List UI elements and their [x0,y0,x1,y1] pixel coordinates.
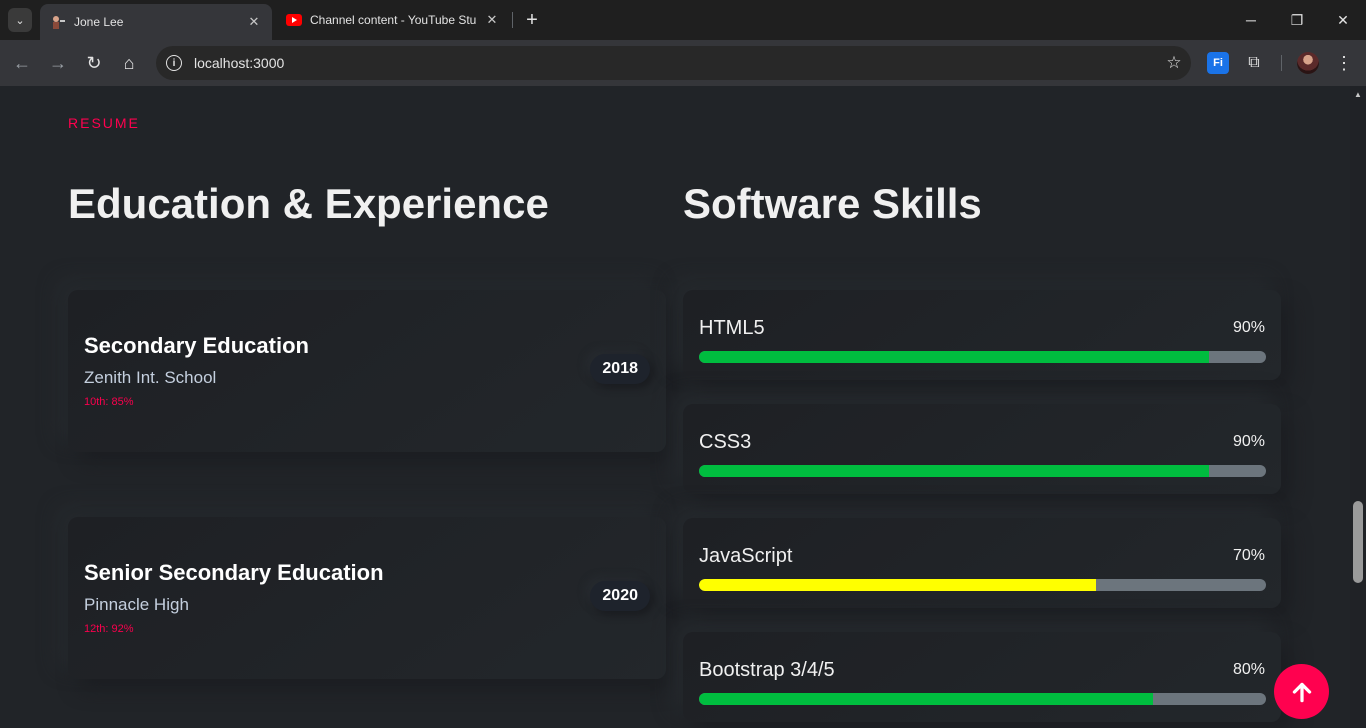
skill-percent: 90% [1232,433,1265,450]
tab-strip: ⌄ Jone Lee ✕ Channel content - YouTube S… [0,0,1366,40]
skill-name: Bootstrap 3/4/5 [699,659,835,681]
skill-progress-fill [699,465,1210,477]
reload-icon[interactable]: ↻ [80,49,108,77]
info-icon[interactable]: i [166,55,182,71]
kebab-menu-icon[interactable]: ⋮ [1333,52,1355,74]
skill-percent: 80% [1232,661,1265,678]
arrow-up-icon [1292,682,1311,702]
skill-name: JavaScript [699,545,793,567]
url-text[interactable]: localhost:3000 [194,55,1157,71]
tab-jone-lee[interactable]: Jone Lee ✕ [40,4,272,40]
plus-icon[interactable]: + [520,8,544,32]
skill-name: HTML5 [699,317,765,339]
education-title: Senior Secondary Education [84,560,384,585]
education-title: Secondary Education [84,333,309,358]
skill-progress-fill [699,693,1153,705]
skill-progress-track [699,351,1266,363]
skill-card: CSS3 90% [683,404,1281,494]
browser-toolbar: ← → ↻ ⌂ i localhost:3000 ☆ Fi ⧉ ⋮ [0,40,1366,86]
education-school: Zenith Int. School [84,368,217,387]
toolbar-divider [1281,55,1282,71]
tab-title: Jone Lee [74,15,124,29]
section-eyebrow: RESUME [68,115,140,131]
home-icon[interactable]: ⌂ [115,49,143,77]
fi-extension-icon[interactable]: Fi [1207,52,1229,74]
address-bar[interactable]: i localhost:3000 ☆ [156,46,1191,80]
education-card: Senior Secondary Education Pinnacle High… [68,517,666,679]
education-score: 12th: 92% [84,623,134,635]
tab-youtube-studio[interactable]: Channel content - YouTube Studio ✕ [276,4,510,36]
skill-progress-track [699,693,1266,705]
close-tab-icon[interactable]: ✕ [246,14,262,30]
skill-progress-track [699,465,1266,477]
minimize-icon[interactable]: ─ [1228,0,1274,40]
close-window-icon[interactable]: ✕ [1320,0,1366,40]
education-score: 10th: 85% [84,396,134,408]
scrollbar-thumb[interactable] [1353,501,1363,583]
skill-progress-track [699,579,1266,591]
tab-search-button[interactable]: ⌄ [8,8,32,32]
profile-avatar[interactable] [1297,52,1319,74]
youtube-icon [286,12,302,28]
education-year-badge: 2020 [590,581,650,611]
skill-percent: 70% [1232,547,1265,564]
page-scrollbar[interactable]: ▲ [1350,86,1366,728]
skill-progress-fill [699,351,1210,363]
restore-icon[interactable]: ❐ [1274,0,1320,40]
puzzle-icon[interactable]: ⧉ [1243,52,1265,74]
skill-name: CSS3 [699,431,752,453]
tab-title: Channel content - YouTube Studio [310,13,476,27]
skill-card: HTML5 90% [683,290,1281,380]
arrow-right-icon[interactable]: → [44,49,72,77]
skills-heading: Software Skills [683,180,982,227]
chevron-down-icon: ⌄ [15,14,25,27]
close-tab-icon[interactable]: ✕ [484,12,500,28]
education-heading: Education & Experience [68,180,549,227]
education-year-badge: 2018 [590,354,650,384]
page-viewport: RESUME Education & Experience Software S… [0,86,1350,728]
scroll-up-icon[interactable]: ▲ [1354,90,1362,99]
star-icon[interactable]: ☆ [1157,53,1191,73]
profile-favicon-icon [50,14,66,30]
arrow-left-icon[interactable]: ← [8,49,36,77]
skill-percent: 90% [1232,319,1265,336]
skill-card: JavaScript 70% [683,518,1281,608]
skill-progress-fill [699,579,1096,591]
education-school: Pinnacle High [84,595,189,614]
education-card: Secondary Education Zenith Int. School 1… [68,290,666,452]
skill-card: Bootstrap 3/4/5 80% [683,632,1281,722]
back-to-top-button[interactable] [1274,664,1329,719]
tab-divider [512,12,513,28]
